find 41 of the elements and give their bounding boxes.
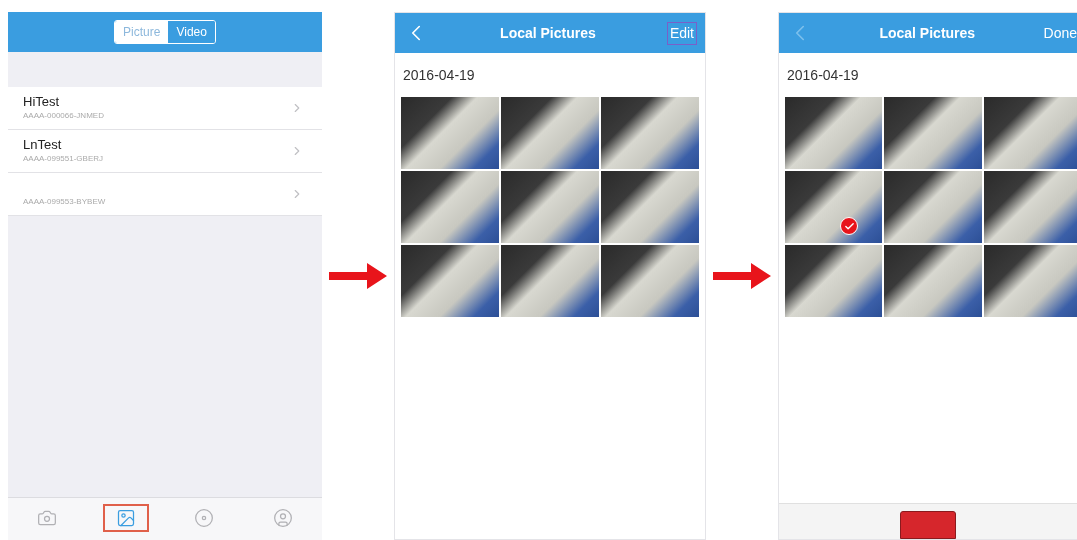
check-badge-icon xyxy=(840,217,858,235)
screen-title: Local Pictures xyxy=(499,23,597,43)
photo-placeholder[interactable] xyxy=(501,97,599,169)
device-id: AAAA-099551-GBERJ xyxy=(23,153,105,165)
photo-placeholder[interactable] xyxy=(785,171,883,243)
photo-placeholder[interactable] xyxy=(884,245,982,317)
date-heading: 2016-04-19 xyxy=(787,65,859,85)
header-action-button[interactable]: Done xyxy=(1041,22,1077,44)
photo-placeholder[interactable] xyxy=(601,245,699,317)
tab-bar-item[interactable] xyxy=(102,504,149,532)
photo-placeholder[interactable] xyxy=(884,97,982,169)
photo-placeholder[interactable] xyxy=(601,171,699,243)
photo-placeholder[interactable] xyxy=(983,97,1077,169)
photo-placeholder[interactable] xyxy=(501,171,599,243)
device-name: LnTest xyxy=(23,137,63,153)
photo-placeholder[interactable] xyxy=(983,171,1077,243)
photo-placeholder[interactable] xyxy=(785,97,883,169)
header-action-button[interactable]: Edit xyxy=(666,21,697,45)
image-icon xyxy=(115,508,136,528)
disc-icon xyxy=(194,508,215,528)
camera-icon xyxy=(37,508,58,528)
segment-tab[interactable]: Picture xyxy=(115,21,169,43)
arrow-icon xyxy=(329,261,387,291)
device-name: HiTest xyxy=(23,94,61,110)
photo-placeholder[interactable] xyxy=(785,245,883,317)
arrow-icon xyxy=(713,261,771,291)
device-row[interactable]: LnTest AAAA-099551-GBERJ xyxy=(8,130,322,173)
device-row[interactable]: HiTest AAAA-000066-JNMED xyxy=(8,87,322,130)
device-id: AAAA-099553-BYBEW xyxy=(23,196,107,208)
photo-placeholder[interactable] xyxy=(983,245,1077,317)
device-row[interactable]: AAAA-099553-BYBEW xyxy=(8,173,322,216)
photo-placeholder[interactable] xyxy=(601,97,699,169)
device-id: AAAA-000066-JNMED xyxy=(23,110,105,122)
screen-title: Local Pictures xyxy=(878,23,977,43)
photo-placeholder[interactable] xyxy=(501,245,599,317)
photo-placeholder[interactable] xyxy=(884,171,982,243)
photo-placeholder[interactable] xyxy=(401,245,499,317)
date-heading: 2016-04-19 xyxy=(403,65,475,85)
user-icon xyxy=(272,508,293,528)
photo-placeholder[interactable] xyxy=(401,171,499,243)
photo-placeholder[interactable] xyxy=(401,97,499,169)
